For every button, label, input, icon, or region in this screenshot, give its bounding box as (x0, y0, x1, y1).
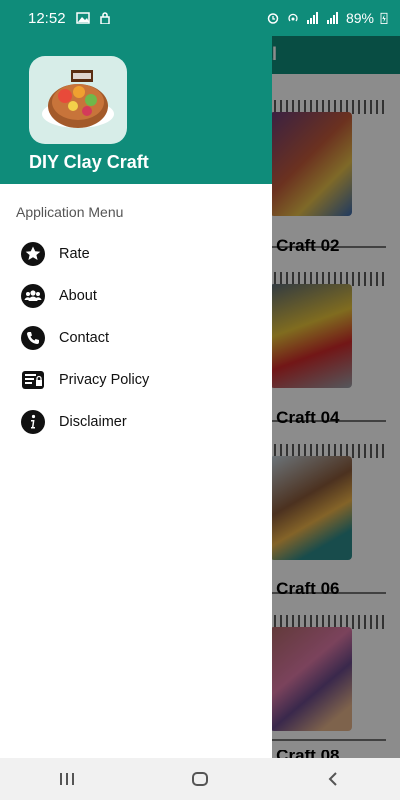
recents-icon (59, 773, 74, 785)
menu-item-label: Disclaimer (59, 414, 127, 430)
menu-item-rate[interactable]: Rate (0, 233, 272, 275)
menu-item-label: Privacy Policy (59, 372, 150, 388)
alarm-icon (267, 13, 279, 24)
system-navigation-bar (0, 758, 400, 800)
people-icon (21, 284, 45, 308)
home-icon (191, 772, 208, 786)
back-icon (328, 772, 338, 786)
hotspot-icon (288, 13, 298, 22)
app-logo (29, 56, 127, 144)
clay-cake-icon (42, 70, 114, 128)
signal-icon (306, 12, 318, 24)
app-name: DIY Clay Craft (29, 152, 149, 172)
signal-4g-icon (326, 12, 338, 24)
drawer-header: DIY Clay Craft (0, 36, 272, 184)
menu-item-label: Contact (59, 330, 109, 346)
battery-percent: 89% (345, 10, 374, 26)
status-time: 12:52 (28, 9, 66, 27)
menu-item-label: Rate (59, 246, 90, 262)
navigation-drawer: DIY Clay Craft Application Menu Rate Abo… (0, 0, 272, 758)
battery-charging-icon (380, 12, 388, 24)
menu-heading: Application Menu (16, 204, 124, 220)
menu-item-contact[interactable]: Contact (0, 317, 272, 359)
phone-icon (21, 326, 45, 350)
back-button[interactable] (303, 758, 363, 800)
menu-item-label: About (59, 288, 97, 304)
info-icon (21, 410, 45, 434)
home-button[interactable] (170, 758, 230, 800)
menu-item-disclaimer[interactable]: Disclaimer (0, 401, 272, 443)
privacy-icon (21, 368, 45, 392)
recents-button[interactable] (37, 758, 97, 800)
menu-item-about[interactable]: About (0, 275, 272, 317)
gallery-icon (75, 12, 90, 24)
menu-item-privacy-policy[interactable]: Privacy Policy (0, 359, 272, 401)
lock-icon (99, 12, 110, 24)
star-icon (21, 242, 45, 266)
status-bar: 12:52 89% (0, 0, 400, 36)
